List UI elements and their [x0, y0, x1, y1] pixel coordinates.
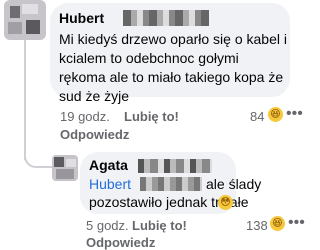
- thread-connector-line: [24, 40, 26, 160]
- comment-timestamp[interactable]: 19 godz.: [60, 109, 110, 124]
- reply-text-line: ale ślady: [206, 176, 262, 192]
- reply-button[interactable]: Odpowiedz: [60, 127, 129, 142]
- redacted-surname: [138, 159, 212, 173]
- like-button[interactable]: Lubię to!: [124, 109, 179, 124]
- comment-text-line: sud że żyje: [59, 88, 130, 104]
- redacted-surname: [123, 10, 209, 26]
- comment-bubble: Hubert Mi kiedyś drzewo oparło się o kab…: [50, 3, 290, 104]
- laughing-reaction-icon[interactable]: 😆: [268, 107, 283, 122]
- reply-reaction-count[interactable]: 138: [246, 218, 268, 233]
- reply-like-button[interactable]: Lubię to!: [132, 218, 187, 233]
- reply-timestamp[interactable]: 5 godz.: [86, 218, 129, 233]
- more-options-icon[interactable]: •••: [288, 214, 305, 232]
- comment-author[interactable]: Hubert: [59, 10, 104, 26]
- more-options-icon[interactable]: •••: [286, 105, 303, 123]
- mention-link[interactable]: Hubert: [89, 176, 131, 192]
- redacted-mention-surname: [140, 177, 202, 191]
- avatar[interactable]: [4, 0, 46, 40]
- thread-connector-curve: [24, 150, 52, 168]
- reply-bubble: Agata Hubert ale ślady pozostawiło jedna…: [80, 152, 261, 214]
- reply-avatar[interactable]: [52, 155, 78, 181]
- reply-reply-button[interactable]: Odpowiedz: [86, 235, 155, 250]
- flushed-face-icon: 😳: [218, 195, 233, 210]
- laughing-reaction-icon[interactable]: 😆: [270, 216, 285, 231]
- comment-text-line: rękoma ale to miało takiego kopa że: [59, 69, 284, 85]
- comment-text: Mi kiedyś drzewo oparło się o kabel i kc…: [59, 30, 287, 106]
- comment-text-line: kcialem to odebchnoc gołymi: [59, 50, 239, 66]
- reply-author[interactable]: Agata: [89, 157, 128, 173]
- comment-text-line: Mi kiedyś drzewo oparło się o kabel i: [59, 31, 287, 47]
- reaction-count[interactable]: 84: [250, 109, 264, 124]
